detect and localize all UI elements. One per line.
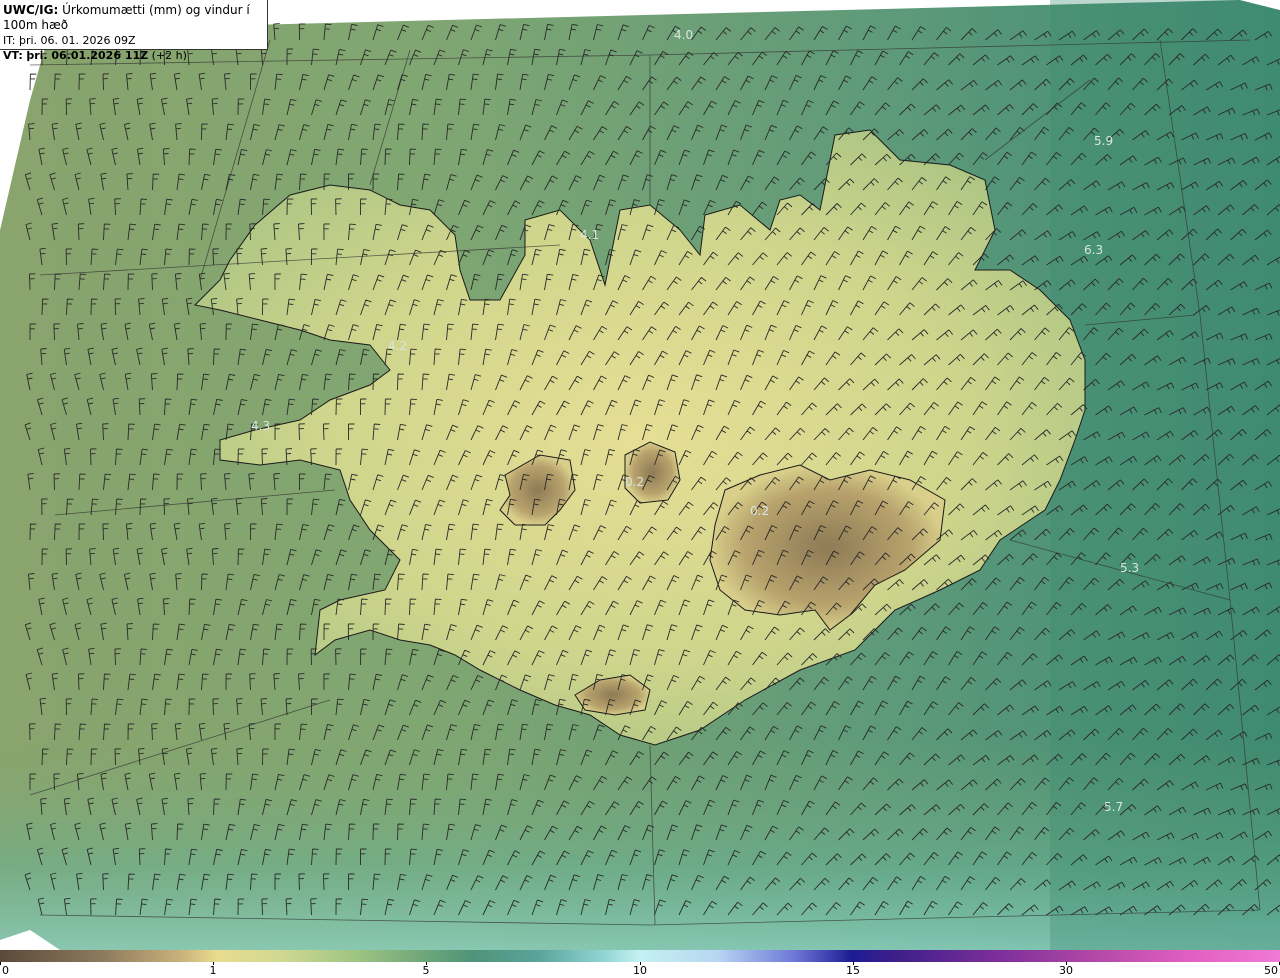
- colorbar-tick-1: 1: [209, 964, 217, 977]
- colorbar-tickmark: [0, 962, 1, 965]
- map-label-4-3: 4.3: [251, 419, 270, 433]
- model-tag: UWC/IG:: [3, 3, 59, 17]
- colorbar-tick-50: 50: [1264, 964, 1278, 977]
- init-time-value: þri. 06. 01. 2026 09Z: [18, 34, 136, 47]
- map-label-0-2-hofsjokull: 0.2: [625, 475, 644, 489]
- colorbar-tick-15: 15: [846, 964, 860, 977]
- precipitation-wind-map: 4.0 5.9 6.3 4.1 4.2 4.3 0.2 0.2 5.3 5.7: [0, 0, 1280, 950]
- map-label-4-1: 4.1: [580, 228, 599, 242]
- map-label-5-7: 5.7: [1104, 800, 1123, 814]
- map-label-4-2: 4.2: [388, 339, 407, 353]
- colorbar-tick-10: 10: [633, 964, 647, 977]
- map-label-6-3: 6.3: [1084, 243, 1103, 257]
- valid-time-value: þri. 06.01.2026 11Z: [26, 49, 149, 62]
- init-time-line: IT: þri. 06. 01. 2026 09Z: [3, 33, 267, 48]
- map-header: UWC/IG: Úrkomumætti (mm) og vindur í 100…: [0, 0, 268, 62]
- colorbar-tick-5: 5: [422, 964, 430, 977]
- title-line: UWC/IG: Úrkomumætti (mm) og vindur í 100…: [3, 3, 267, 33]
- map-label-4-0: 4.0: [674, 28, 693, 42]
- valid-time-offset: (+2 h): [151, 49, 187, 62]
- colorbar: 0 1 5 10 15 30 50: [0, 950, 1280, 978]
- map-label-5-9: 5.9: [1094, 134, 1113, 148]
- colorbar-tick-0: 0: [2, 964, 9, 977]
- map-label-5-3: 5.3: [1120, 561, 1139, 575]
- map-label-0-2-vatnajokull: 0.2: [750, 504, 769, 518]
- valid-time-line: VT: þri. 06.01.2026 11Z (+2 h): [3, 48, 267, 63]
- valid-time-label: VT:: [3, 49, 23, 62]
- colorbar-tick-30: 30: [1059, 964, 1073, 977]
- eastern-sea-band: [1050, 0, 1280, 950]
- init-time-label: IT:: [3, 34, 16, 47]
- colorbar-strip: [0, 950, 1280, 962]
